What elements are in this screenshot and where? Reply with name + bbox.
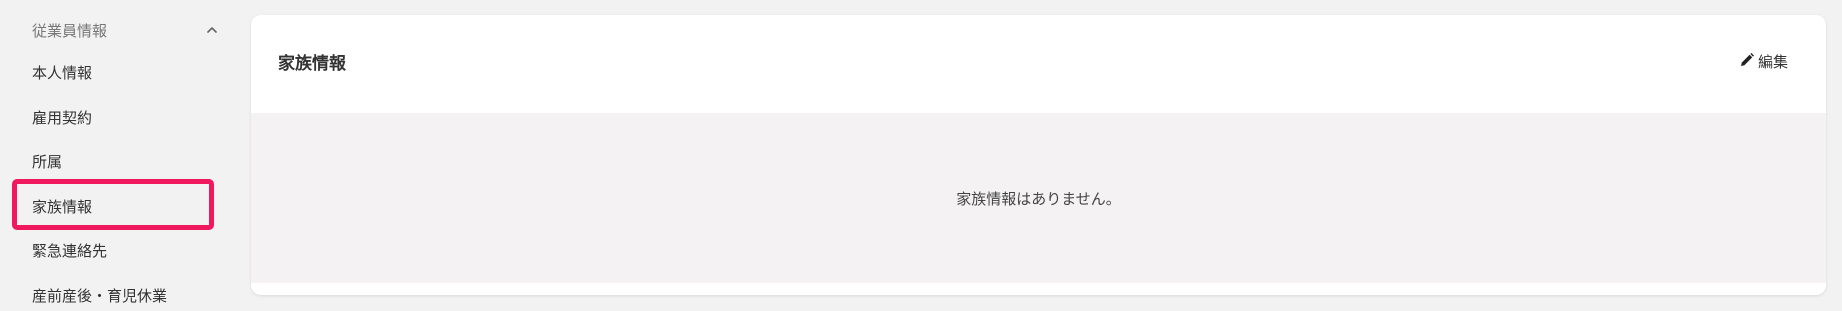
family-info-card: 家族情報 編集 家族情報はありません。	[251, 15, 1826, 295]
edit-label: 編集	[1757, 53, 1788, 71]
sidebar-item-family-info[interactable]: 家族情報	[32, 197, 92, 217]
sidebar-item-affiliation[interactable]: 所属	[32, 152, 62, 172]
card-header: 家族情報 編集	[251, 15, 1826, 113]
section-title: 従業員情報	[32, 21, 108, 40]
chevron-up-icon[interactable]	[202, 20, 222, 40]
sidebar-item-emergency-contact[interactable]: 緊急連絡先	[32, 241, 107, 261]
card-body: 家族情報はありません。	[251, 113, 1826, 283]
sidebar-item-personal-info[interactable]: 本人情報	[32, 63, 92, 83]
sidebar: 従業員情報 本人情報 雇用契約 所属 家族情報 緊急連絡先 産前産後・育児休業	[0, 0, 240, 311]
card-title: 家族情報	[278, 54, 346, 74]
employee-info-section-header[interactable]: 従業員情報	[32, 18, 222, 42]
sidebar-item-maternity-childcare-leave[interactable]: 産前産後・育児休業	[32, 286, 167, 306]
sidebar-item-employment-contract[interactable]: 雇用契約	[32, 108, 92, 128]
empty-message: 家族情報はありません。	[956, 189, 1121, 208]
edit-button[interactable]: 編集	[1739, 51, 1788, 72]
pencil-icon	[1739, 52, 1755, 72]
